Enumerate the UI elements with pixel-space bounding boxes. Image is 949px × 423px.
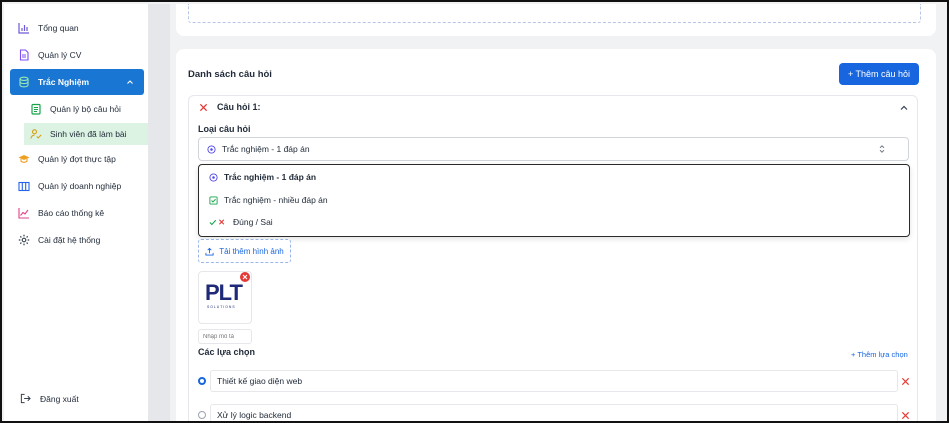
sidebar-subitem-question-bank[interactable]: Quản lý bộ câu hỏi	[24, 98, 150, 120]
database-icon	[19, 76, 29, 88]
sidebar-item-settings[interactable]: Cài đặt hệ thống	[10, 228, 144, 252]
dropdown-option-label: Đúng / Sai	[233, 217, 273, 227]
sidebar-subitem-students-done[interactable]: Sinh viên đã làm bài	[24, 123, 150, 145]
plt-logo: PLT	[205, 280, 243, 305]
add-choice-link[interactable]: + Thêm lựa chọn	[851, 350, 908, 359]
choice-input-1[interactable]	[210, 370, 898, 392]
dropdown-option-label: Trắc nghiệm - 1 đáp án	[224, 172, 317, 182]
question-type-select[interactable]: Trắc nghiệm - 1 đáp án	[198, 137, 909, 161]
sidebar-item-label: Quản lý đợt thực tập	[38, 154, 116, 164]
add-question-button[interactable]: + Thêm câu hỏi	[839, 63, 919, 85]
sidebar-item-overview[interactable]: Tổng quan	[10, 16, 144, 40]
section-title: Danh sách câu hỏi	[188, 69, 272, 80]
app-window: Tổng quan Quản lý CV Trắc Nghiệm Quản lý…	[0, 0, 949, 423]
clipboard-icon	[31, 103, 41, 115]
sidebar-scroll-gutter	[148, 4, 170, 421]
check-cross-icon	[209, 218, 225, 225]
radio-circle-icon	[209, 172, 218, 182]
chevron-up-icon	[127, 80, 133, 84]
choice-input-2[interactable]	[210, 404, 898, 421]
sidebar-item-label: Tổng quan	[38, 23, 79, 33]
sidebar-item-quiz[interactable]: Trắc Nghiệm	[10, 69, 144, 95]
sidebar-item-label: Quản lý CV	[38, 50, 82, 60]
sidebar-item-label: Trắc Nghiệm	[38, 77, 90, 87]
sidebar-subitem-label: Sinh viên đã làm bài	[50, 129, 127, 139]
upload-image-button[interactable]: Tải thêm hình ảnh	[198, 239, 291, 263]
dropdown-option-single[interactable]: Trắc nghiệm - 1 đáp án	[209, 172, 316, 182]
sidebar-subitem-label: Quản lý bộ câu hỏi	[50, 104, 121, 114]
plt-logo-sub: SOLUTIONS	[207, 305, 236, 309]
remove-image-button[interactable]	[240, 272, 250, 282]
upload-image-label: Tải thêm hình ảnh	[219, 246, 284, 256]
logout-button[interactable]: Đăng xuất	[20, 393, 79, 404]
question-header: Câu hỏi 1:	[199, 102, 261, 112]
upload-icon	[205, 247, 214, 256]
logout-icon	[20, 393, 31, 404]
dropdown-option-label: Trắc nghiệm - nhiều đáp án	[224, 195, 328, 205]
choice-radio-2[interactable]	[198, 411, 206, 419]
logout-label: Đăng xuất	[40, 393, 79, 404]
question-type-value: Trắc nghiệm - 1 đáp án	[222, 144, 310, 154]
sidebar-item-reports[interactable]: Báo cáo thống kê	[10, 201, 144, 225]
delete-choice-icon[interactable]	[901, 411, 910, 420]
question-type-dropdown: Trắc nghiệm - 1 đáp án Trắc nghiệm - nhi…	[198, 164, 910, 237]
image-description-input[interactable]	[198, 329, 252, 344]
dropdown-option-multiple[interactable]: Trắc nghiệm - nhiều đáp án	[209, 195, 328, 205]
user-check-icon	[30, 129, 42, 139]
choice-radio-1[interactable]	[198, 377, 206, 385]
bar-chart-icon	[18, 23, 29, 34]
chevron-up-icon[interactable]	[899, 103, 909, 113]
close-icon	[242, 274, 248, 280]
previous-dropzone[interactable]	[188, 4, 921, 23]
sidebar-item-label: Cài đặt hệ thống	[38, 235, 101, 245]
graduation-cap-icon	[18, 155, 30, 163]
sidebar: Tổng quan Quản lý CV Trắc Nghiệm Quản lý…	[4, 4, 150, 421]
sidebar-item-cv[interactable]: Quản lý CV	[10, 43, 144, 67]
sidebar-item-label: Quản lý doanh nghiệp	[38, 181, 122, 191]
question-type-label: Loại câu hỏi	[198, 124, 251, 134]
choices-label: Các lựa chọn	[198, 347, 256, 357]
gear-icon	[18, 234, 30, 246]
dropdown-option-truefalse[interactable]: Đúng / Sai	[209, 217, 273, 227]
checkbox-icon	[209, 195, 218, 205]
chevron-updown-icon	[879, 145, 885, 153]
building-icon	[18, 181, 30, 192]
line-chart-icon	[18, 208, 29, 219]
delete-choice-icon[interactable]	[901, 377, 910, 386]
sidebar-item-label: Báo cáo thống kê	[38, 208, 105, 218]
sidebar-item-internship[interactable]: Quản lý đợt thực tập	[10, 147, 144, 171]
question-title: Câu hỏi 1:	[217, 102, 261, 112]
document-icon	[19, 49, 29, 61]
sidebar-item-company[interactable]: Quản lý doanh nghiệp	[10, 174, 144, 198]
radio-circle-icon	[207, 144, 216, 154]
delete-question-icon[interactable]	[199, 103, 208, 112]
